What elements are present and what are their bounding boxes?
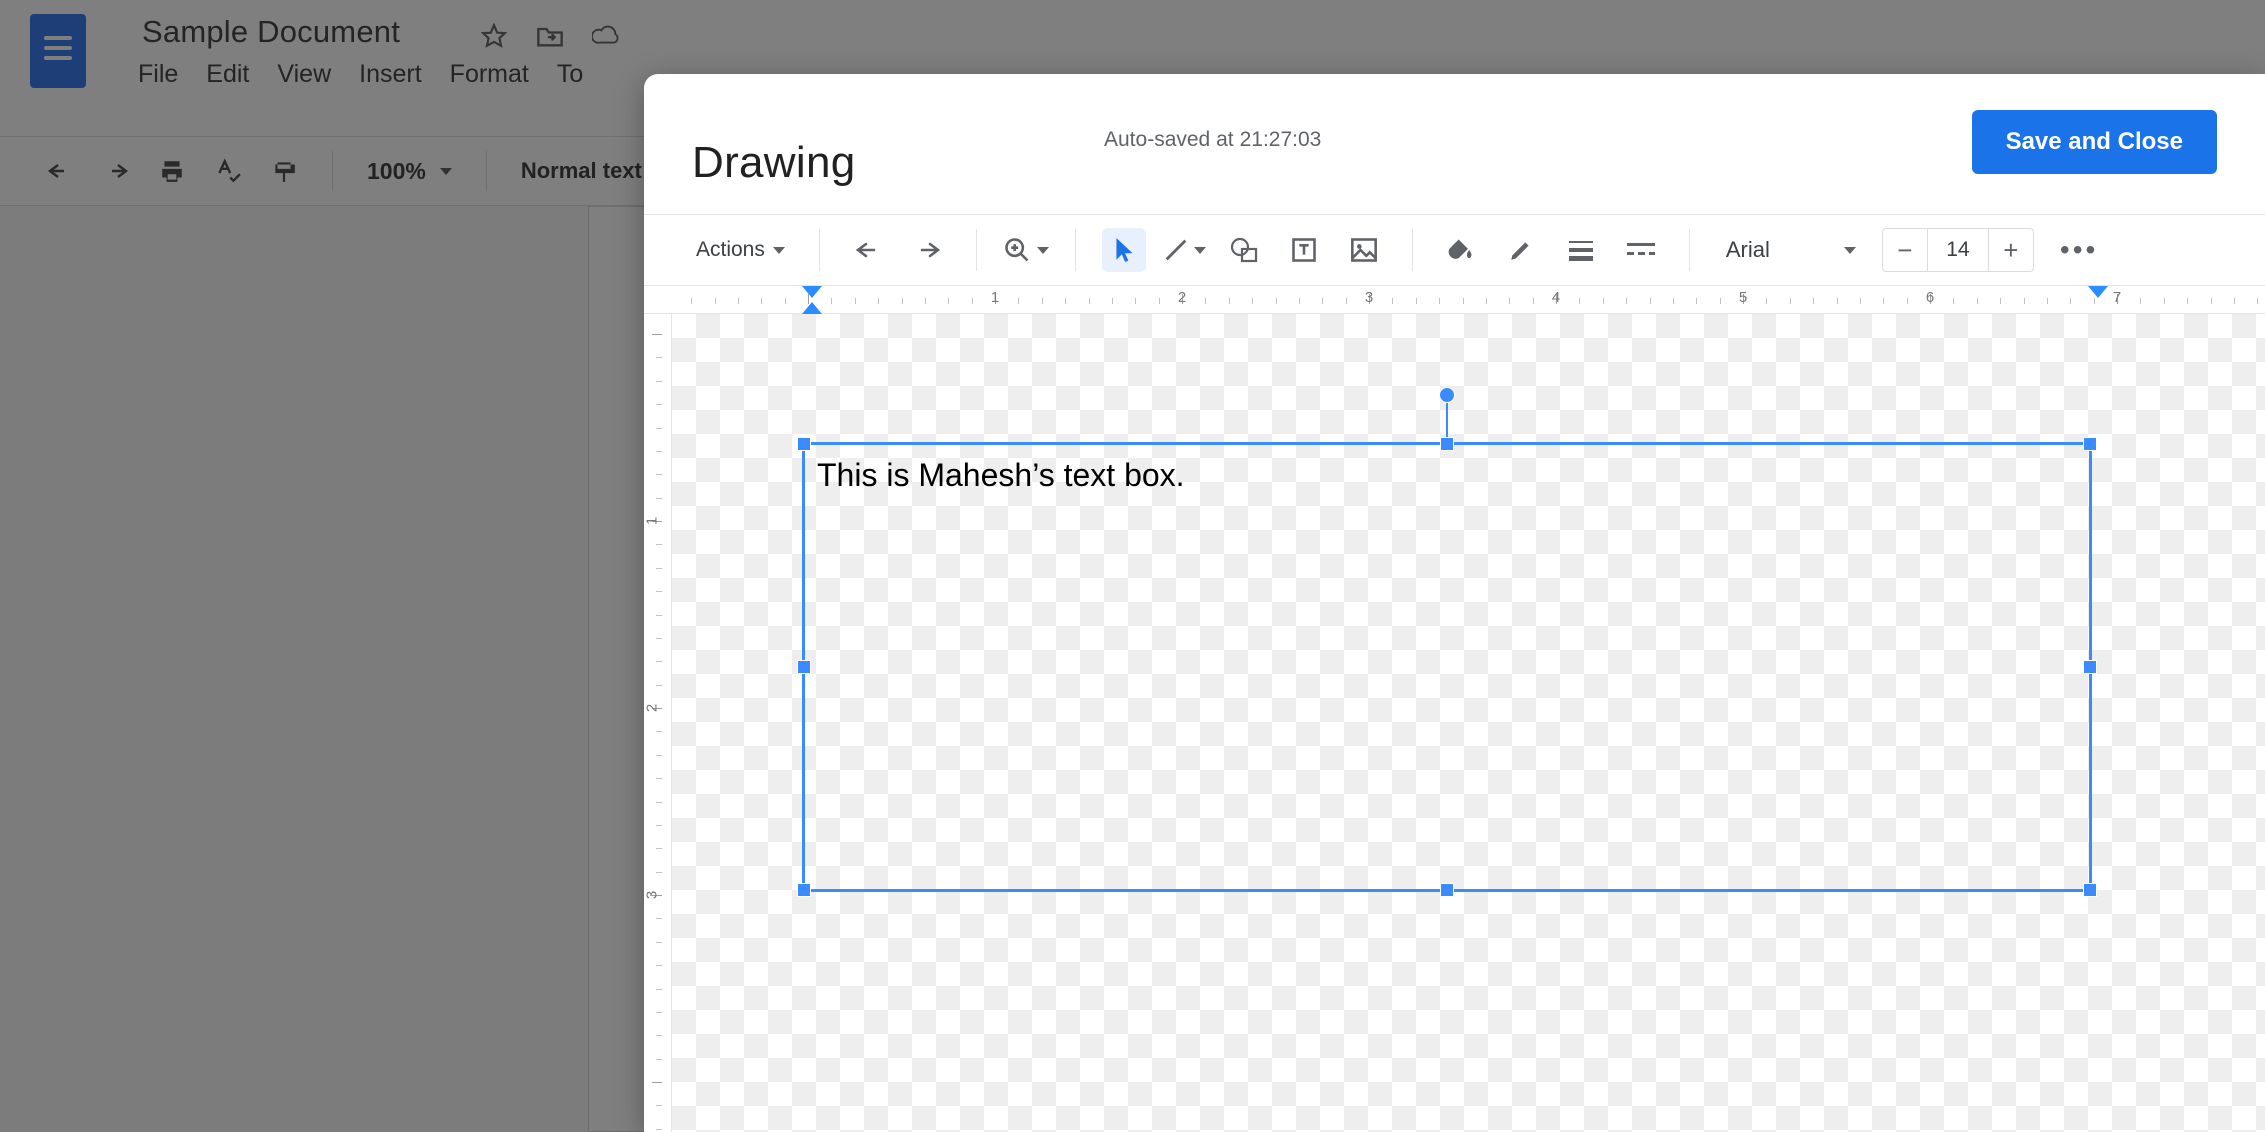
resize-handle-mr[interactable] (2083, 660, 2097, 674)
canvas-wrap: This is Mahesh’s text box. (672, 314, 2265, 1132)
image-tool-icon[interactable] (1342, 228, 1386, 272)
font-size-increase[interactable]: + (1989, 229, 2033, 271)
text-box-shape[interactable]: This is Mahesh’s text box. (802, 442, 2092, 892)
font-family-selector[interactable]: Arial (1716, 237, 1856, 263)
rotate-connector (1446, 397, 1448, 437)
resize-handle-tr[interactable] (2083, 437, 2097, 451)
font-size-value[interactable]: 14 (1927, 229, 1989, 271)
line-weight-icon[interactable] (1559, 228, 1603, 272)
save-and-close-button[interactable]: Save and Close (1972, 110, 2217, 174)
indent-marker-top[interactable] (802, 286, 822, 298)
more-icon[interactable]: ••• (2050, 234, 2098, 266)
separator (1412, 229, 1413, 271)
vertical-ruler[interactable]: 1 2 3 (644, 314, 672, 1132)
ruler-h-num: 5 (1739, 289, 1747, 306)
ruler-v-num: 1 (644, 517, 661, 525)
drawing-header: Drawing Auto-saved at 21:27:03 Save and … (644, 74, 2265, 214)
resize-handle-tm[interactable] (1440, 437, 1454, 451)
undo-icon[interactable] (846, 228, 890, 272)
separator (1075, 229, 1076, 271)
ruler-h-num: 7 (2113, 289, 2121, 306)
ruler-h-num: 6 (1926, 289, 1934, 306)
ruler-v-num: 2 (644, 704, 661, 712)
line-color-icon[interactable] (1499, 228, 1543, 272)
ruler-v-num: 3 (644, 891, 661, 899)
chevron-down-icon (1844, 247, 1856, 254)
rotate-handle[interactable] (1439, 387, 1455, 403)
drawing-canvas[interactable]: This is Mahesh’s text box. (672, 314, 2265, 1132)
actions-label: Actions (696, 238, 765, 262)
drawing-title: Drawing (692, 138, 856, 188)
fill-color-icon[interactable] (1439, 228, 1483, 272)
resize-handle-bl[interactable] (797, 883, 811, 897)
chevron-down-icon (1037, 247, 1049, 254)
resize-handle-ml[interactable] (797, 660, 811, 674)
indent-marker-bottom[interactable] (802, 302, 822, 314)
drawing-toolbar: Actions (644, 214, 2265, 286)
resize-handle-tl[interactable] (797, 437, 811, 451)
chevron-down-icon (1194, 247, 1206, 254)
font-name: Arial (1726, 237, 1770, 263)
ruler-h-num: 3 (1365, 289, 1373, 306)
autosave-prefix: Auto-saved at (1104, 128, 1234, 152)
drawing-body: 1 2 3 This is Mahesh’s text box. (644, 314, 2265, 1132)
actions-menu[interactable]: Actions (688, 238, 793, 262)
font-size-group: − 14 + (1882, 228, 2034, 272)
autosave-time: 21:27:03 (1240, 128, 1322, 152)
resize-handle-br[interactable] (2083, 883, 2097, 897)
textbox-tool-icon[interactable] (1282, 228, 1326, 272)
font-size-decrease[interactable]: − (1883, 229, 1927, 271)
drawing-dialog: Drawing Auto-saved at 21:27:03 Save and … (644, 74, 2265, 1132)
ruler-h-num: 4 (1552, 289, 1560, 306)
ruler-h-num: 1 (991, 289, 999, 306)
text-box-content[interactable]: This is Mahesh’s text box. (817, 457, 1185, 494)
line-dash-icon[interactable] (1619, 228, 1663, 272)
ruler-h-num: 2 (1178, 289, 1186, 306)
line-tool-icon[interactable] (1162, 228, 1206, 272)
shape-tool-icon[interactable] (1222, 228, 1266, 272)
redo-icon[interactable] (906, 228, 950, 272)
separator (819, 229, 820, 271)
horizontal-ruler[interactable]: 1 2 3 4 5 6 7 (644, 286, 2265, 314)
chevron-down-icon (773, 247, 785, 254)
separator (976, 229, 977, 271)
zoom-in-icon[interactable] (1003, 228, 1049, 272)
autosave-status: Auto-saved at 21:27:03 (1104, 128, 1321, 152)
separator (1689, 229, 1690, 271)
resize-handle-bm[interactable] (1440, 883, 1454, 897)
indent-marker-right[interactable] (2088, 286, 2108, 298)
select-tool-icon[interactable] (1102, 228, 1146, 272)
